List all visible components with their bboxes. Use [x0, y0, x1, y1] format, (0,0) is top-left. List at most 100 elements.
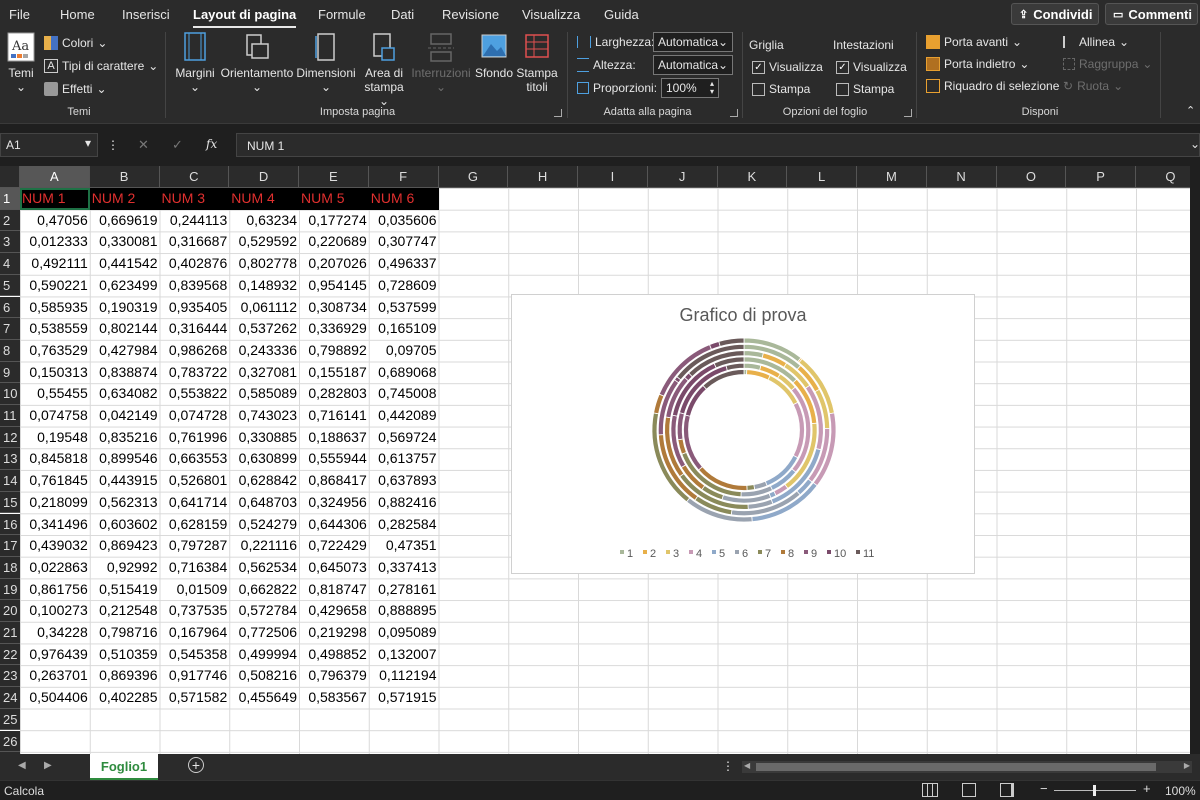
column-header-b[interactable]: B — [89, 166, 160, 188]
table-cell[interactable]: 0,155187 — [299, 362, 369, 384]
table-cell[interactable]: 0,515419 — [90, 579, 160, 601]
table-cell[interactable]: 0,55455 — [20, 383, 90, 405]
table-cell[interactable]: 0,796379 — [299, 665, 369, 687]
altezza-dropdown[interactable]: Automatica ⌄ — [653, 55, 733, 75]
tab-dati[interactable]: Dati — [391, 7, 414, 22]
table-cell[interactable]: 0,499994 — [229, 644, 299, 666]
column-header-c[interactable]: C — [159, 166, 230, 188]
insert-function-icon[interactable]: fx — [206, 137, 217, 151]
scrollbar-thumb[interactable] — [756, 763, 1156, 771]
table-cell[interactable]: 0,798716 — [90, 622, 160, 644]
more-icon[interactable]: ⋮ — [722, 759, 734, 773]
tab-visualizza[interactable]: Visualizza — [522, 7, 580, 22]
dialog-launcher-icon[interactable] — [554, 109, 562, 117]
table-cell[interactable]: 0,869396 — [90, 665, 160, 687]
table-cell[interactable]: 0,555944 — [299, 448, 369, 470]
table-cell[interactable]: 0,562534 — [229, 557, 299, 579]
table-cell[interactable]: 0,869423 — [90, 535, 160, 557]
table-cell[interactable]: 0,92992 — [90, 557, 160, 579]
table-cell[interactable]: 0,47351 — [369, 535, 439, 557]
table-cell[interactable]: 0,336929 — [299, 318, 369, 340]
header-cell[interactable]: NUM 5 — [299, 188, 369, 210]
table-cell[interactable]: 0,112194 — [369, 665, 439, 687]
table-cell[interactable]: 0,603602 — [90, 514, 160, 536]
table-cell[interactable]: 0,496337 — [369, 253, 439, 275]
table-cell[interactable]: 0,783722 — [160, 362, 230, 384]
table-cell[interactable]: 0,583567 — [299, 687, 369, 709]
raggruppa-button[interactable]: Raggruppa ⌄ — [1063, 57, 1152, 71]
table-cell[interactable]: 0,986268 — [160, 340, 230, 362]
table-cell[interactable]: 0,845818 — [20, 448, 90, 470]
table-cell[interactable]: 0,278161 — [369, 579, 439, 601]
table-cell[interactable]: 0,402876 — [160, 253, 230, 275]
zoom-out-icon[interactable]: − — [1040, 781, 1048, 796]
griglia-visualizza-checkbox[interactable]: ✓ Visualizza — [752, 60, 823, 74]
table-cell[interactable]: 0,308734 — [299, 297, 369, 319]
row-header-20[interactable]: 20 — [0, 600, 20, 622]
intestazioni-visualizza-checkbox[interactable]: ✓ Visualizza — [836, 60, 907, 74]
table-cell[interactable]: 0,244113 — [160, 210, 230, 232]
row-header-11[interactable]: 11 — [0, 405, 20, 427]
table-cell[interactable]: 0,337413 — [369, 557, 439, 579]
table-cell[interactable]: 0,571582 — [160, 687, 230, 709]
table-cell[interactable]: 0,498852 — [299, 644, 369, 666]
table-cell[interactable]: 0,524279 — [229, 514, 299, 536]
griglia-stampa-checkbox[interactable]: Stampa — [752, 82, 810, 96]
table-cell[interactable]: 0,035606 — [369, 210, 439, 232]
porta-indietro-button[interactable]: Porta indietro ⌄ — [926, 57, 1029, 71]
scroll-left-icon[interactable]: ◀ — [744, 761, 750, 770]
scroll-left-icon[interactable]: ◀ — [18, 760, 26, 771]
effetti-button[interactable]: Effetti ⌄ — [44, 82, 107, 96]
temi-button[interactable]: Aa Temi ⌄ — [4, 32, 38, 94]
table-cell[interactable]: 0,628842 — [229, 470, 299, 492]
tab-file[interactable]: File — [9, 7, 30, 22]
column-header-n[interactable]: N — [926, 166, 997, 188]
sfondo-button[interactable]: Sfondo — [474, 32, 514, 80]
table-cell[interactable]: 0,838874 — [90, 362, 160, 384]
table-cell[interactable]: 0,569724 — [369, 427, 439, 449]
column-header-a[interactable]: A — [20, 166, 90, 188]
table-cell[interactable]: 0,074758 — [20, 405, 90, 427]
ruota-button[interactable]: ↻ Ruota ⌄ — [1063, 79, 1123, 93]
header-cell[interactable]: NUM 6 — [368, 188, 439, 210]
table-cell[interactable]: 0,132007 — [369, 644, 439, 666]
page-layout-view-icon[interactable] — [962, 783, 976, 797]
table-cell[interactable]: 0,492111 — [20, 253, 90, 275]
interruzioni-button[interactable]: Interruzioni ⌄ — [411, 32, 471, 94]
chevron-down-icon[interactable]: ⌄ — [1190, 137, 1200, 151]
name-box[interactable]: A1 ▾ — [0, 133, 98, 157]
column-header-o[interactable]: O — [996, 166, 1067, 188]
table-cell[interactable]: 0,716384 — [160, 557, 230, 579]
table-cell[interactable]: 0,316444 — [160, 318, 230, 340]
table-cell[interactable]: 0,263701 — [20, 665, 90, 687]
tab-home[interactable]: Home — [60, 7, 95, 22]
table-cell[interactable]: 0,307747 — [369, 231, 439, 253]
row-header-5[interactable]: 5 — [0, 274, 20, 297]
table-cell[interactable]: 0,061112 — [229, 297, 299, 319]
table-cell[interactable]: 0,835216 — [90, 427, 160, 449]
table-cell[interactable]: 0,585935 — [20, 297, 90, 319]
zoom-slider[interactable] — [1054, 785, 1136, 796]
table-cell[interactable]: 0,330885 — [229, 427, 299, 449]
table-cell[interactable]: 0,728609 — [369, 275, 439, 297]
table-cell[interactable]: 0,022863 — [20, 557, 90, 579]
larghezza-dropdown[interactable]: Automatica ⌄ — [653, 32, 733, 52]
table-cell[interactable]: 0,818747 — [299, 579, 369, 601]
table-cell[interactable]: 0,01509 — [160, 579, 230, 601]
row-header-9[interactable]: 9 — [0, 361, 20, 384]
table-cell[interactable]: 0,641714 — [160, 492, 230, 514]
column-header-j[interactable]: J — [647, 166, 718, 188]
porta-avanti-button[interactable]: Porta avanti ⌄ — [926, 35, 1022, 49]
row-header-24[interactable]: 24 — [0, 687, 20, 709]
row-header-22[interactable]: 22 — [0, 643, 20, 666]
table-cell[interactable]: 0,165109 — [369, 318, 439, 340]
tab-formule[interactable]: Formule — [318, 7, 366, 22]
column-header-f[interactable]: F — [368, 166, 439, 188]
comments-button[interactable]: ▭ Commenti — [1105, 3, 1198, 25]
table-cell[interactable]: 0,282584 — [369, 514, 439, 536]
table-cell[interactable]: 0,218099 — [20, 492, 90, 514]
table-cell[interactable]: 0,663553 — [160, 448, 230, 470]
row-header-2[interactable]: 2 — [0, 209, 20, 232]
table-cell[interactable]: 0,402285 — [90, 687, 160, 709]
table-cell[interactable]: 0,562313 — [90, 492, 160, 514]
